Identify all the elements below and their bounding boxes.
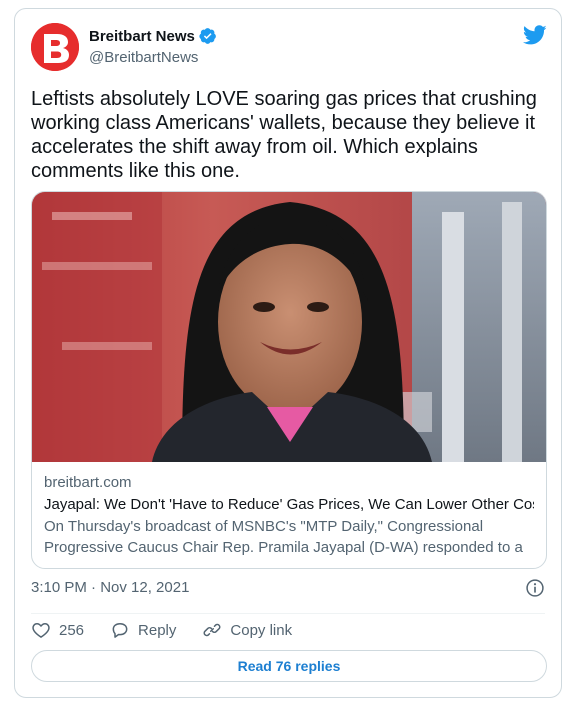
link-title: Jayapal: We Don't 'Have to Reduce' Gas P…	[44, 496, 534, 513]
author-handle[interactable]: @BreitbartNews	[89, 49, 198, 66]
reply-button[interactable]: Reply	[110, 620, 176, 640]
info-icon[interactable]	[525, 578, 545, 598]
copy-link-label: Copy link	[230, 621, 293, 639]
divider	[31, 613, 545, 614]
link-preview-card[interactable]: breitbart.com Jayapal: We Don't 'Have to…	[31, 191, 547, 569]
avatar[interactable]	[31, 23, 79, 71]
preview-image	[32, 192, 546, 462]
link-description: On Thursday's broadcast of MSNBC's "MTP …	[44, 518, 523, 556]
breitbart-logo-icon	[31, 23, 79, 71]
heart-icon	[32, 623, 50, 638]
twitter-bird-icon[interactable]	[523, 23, 547, 47]
link-domain: breitbart.com	[44, 474, 132, 491]
read-replies-button[interactable]: Read 76 replies	[31, 650, 547, 682]
reply-bubble-icon	[112, 623, 128, 638]
link-icon	[203, 623, 221, 637]
action-bar: 256 Reply Copy link	[31, 619, 318, 641]
like-button[interactable]: 256	[31, 620, 84, 640]
tweet-card: Breitbart News @BreitbartNews Leftists a…	[14, 8, 562, 698]
verified-badge-icon	[199, 28, 216, 44]
copy-link-button[interactable]: Copy link	[202, 620, 292, 640]
tweet-timestamp[interactable]: 3:10 PM · Nov 12, 2021	[31, 579, 189, 596]
tweet-text: Leftists absolutely LOVE soaring gas pri…	[31, 88, 537, 182]
reply-label: Reply	[138, 621, 177, 639]
author-display-name[interactable]: Breitbart News	[89, 28, 195, 45]
like-count: 256	[59, 621, 85, 639]
